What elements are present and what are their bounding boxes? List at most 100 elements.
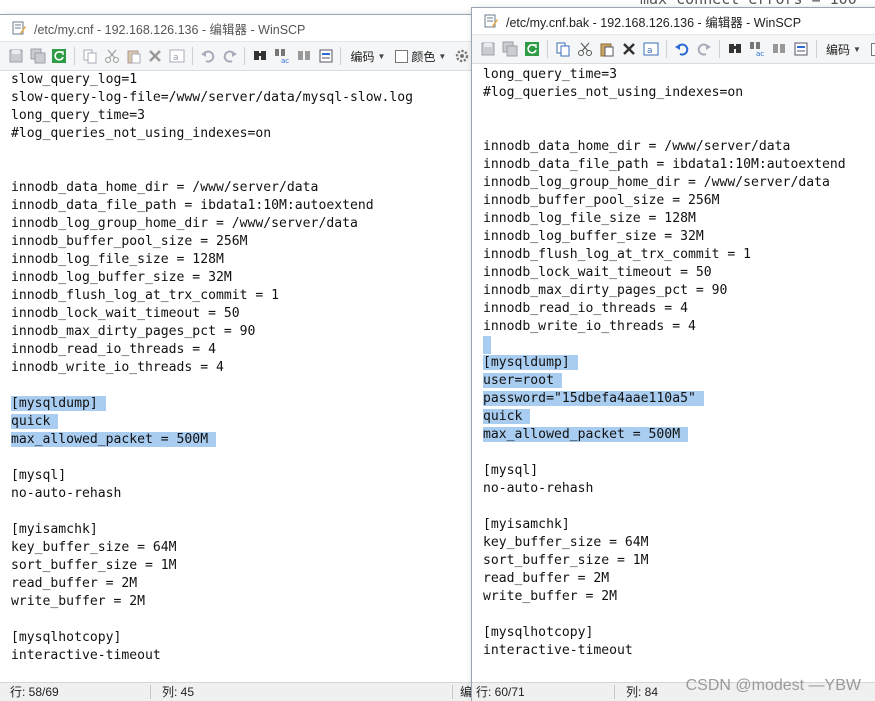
title-bar[interactable]: /etc/my.cnf.bak - 192.168.126.136 - 编辑器 …: [472, 8, 875, 35]
editor-line[interactable]: sort_buffer_size = 1M: [483, 552, 649, 570]
editor-line[interactable]: innodb_data_home_dir = /www/server/data: [483, 138, 790, 156]
toolbar-separator: [547, 40, 548, 58]
watermark: CSDN @modest —YBW: [685, 677, 861, 694]
checkbox-icon[interactable]: [395, 49, 409, 63]
checkbox-icon[interactable]: [870, 42, 875, 56]
editor-line[interactable]: [myisamchk]: [483, 516, 570, 534]
paste-icon[interactable]: [597, 39, 617, 59]
editor-line[interactable]: #log_queries_not_using_indexes=on: [11, 125, 271, 143]
text-editor[interactable]: slow_query_log=1 slow-query-log-file=/www…: [0, 71, 472, 683]
editor-line[interactable]: innodb_write_io_threads = 4: [11, 359, 224, 377]
editor-line[interactable]: key_buffer_size = 64M: [483, 534, 649, 552]
editor-line[interactable]: max_allowed_packet = 500M: [483, 426, 689, 444]
editor-line[interactable]: innodb_log_file_size = 128M: [483, 210, 696, 228]
editor-line[interactable]: read_buffer = 2M: [11, 575, 137, 593]
editor-line[interactable]: innodb_lock_wait_timeout = 50: [483, 264, 712, 282]
editor-line[interactable]: innodb_write_io_threads = 4: [483, 318, 696, 336]
save-icon[interactable]: [6, 46, 26, 66]
editor-window-my-cnf-bak[interactable]: /etc/my.cnf.bak - 192.168.126.136 - 编辑器 …: [472, 8, 875, 701]
find-next-icon[interactable]: [769, 39, 789, 59]
editor-line[interactable]: [mysqlhotcopy]: [11, 629, 121, 647]
editor-line[interactable]: innodb_log_group_home_dir = /www/server/…: [483, 174, 830, 192]
editor-line[interactable]: no-auto-rehash: [483, 480, 593, 498]
title-bar[interactable]: /etc/my.cnf - 192.168.126.136 - 编辑器 - Wi…: [0, 15, 472, 42]
editor-line[interactable]: key_buffer_size = 64M: [11, 539, 177, 557]
select-all-icon[interactable]: a: [167, 46, 187, 66]
redo-icon[interactable]: [220, 46, 240, 66]
editor-line[interactable]: innodb_buffer_pool_size = 256M: [11, 233, 248, 251]
editor-line[interactable]: max_allowed_packet = 500M: [11, 431, 217, 449]
editor-line[interactable]: read_buffer = 2M: [483, 570, 609, 588]
editor-line[interactable]: interactive-timeout: [11, 647, 161, 665]
editor-line[interactable]: [mysql]: [483, 462, 538, 480]
delete-icon[interactable]: [145, 46, 165, 66]
paste-icon[interactable]: [124, 46, 144, 66]
editor-line[interactable]: innodb_log_buffer_size = 32M: [11, 269, 232, 287]
editor-line[interactable]: slow_query_log=1: [11, 71, 137, 89]
editor-line[interactable]: password="15dbefa4aae110a5": [483, 390, 704, 408]
redo-icon[interactable]: [694, 39, 714, 59]
find-icon[interactable]: [250, 46, 270, 66]
copy-icon[interactable]: [553, 39, 573, 59]
editor-line[interactable]: interactive-timeout: [483, 642, 633, 660]
reload-icon[interactable]: [522, 39, 542, 59]
save-all-icon[interactable]: [500, 39, 520, 59]
editor-line[interactable]: [mysqldump]: [483, 354, 578, 372]
select-all-icon[interactable]: a: [641, 39, 661, 59]
editor-line[interactable]: innodb_lock_wait_timeout = 50: [11, 305, 240, 323]
editor-line[interactable]: long_query_time=3: [11, 107, 145, 125]
cut-icon[interactable]: [102, 46, 122, 66]
delete-icon[interactable]: [619, 39, 639, 59]
editor-window-my-cnf[interactable]: /etc/my.cnf - 192.168.126.136 - 编辑器 - Wi…: [0, 15, 472, 701]
editor-line[interactable]: #log_queries_not_using_indexes=on: [483, 84, 743, 102]
replace-icon[interactable]: ac: [272, 46, 292, 66]
editor-line[interactable]: quick: [483, 408, 531, 426]
undo-icon[interactable]: [198, 46, 218, 66]
undo-icon[interactable]: [672, 39, 692, 59]
goto-line-icon[interactable]: [791, 39, 811, 59]
editor-line[interactable]: user=root: [483, 372, 562, 390]
editor-line[interactable]: innodb_log_buffer_size = 32M: [483, 228, 704, 246]
save-all-icon[interactable]: [28, 46, 48, 66]
toolbar-separator: [816, 40, 817, 58]
cut-icon[interactable]: [575, 39, 595, 59]
encoding-dropdown[interactable]: 编码 ▼: [822, 41, 865, 58]
reload-icon[interactable]: [50, 46, 70, 66]
editor-line[interactable]: innodb_log_group_home_dir = /www/server/…: [11, 215, 358, 233]
goto-line-icon[interactable]: [316, 46, 336, 66]
encoding-dropdown[interactable]: 编码 ▼: [346, 48, 389, 65]
editor-line[interactable]: [483, 336, 491, 354]
editor-line[interactable]: long_query_time=3: [483, 66, 617, 84]
editor-line[interactable]: sort_buffer_size = 1M: [11, 557, 177, 575]
editor-line[interactable]: write_buffer = 2M: [483, 588, 617, 606]
editor-line[interactable]: [mysqldump]: [11, 395, 106, 413]
color-checkbox[interactable]: [867, 42, 875, 56]
editor-line[interactable]: innodb_buffer_pool_size = 256M: [483, 192, 720, 210]
editor-line[interactable]: innodb_max_dirty_pages_pct = 90: [11, 323, 255, 341]
editor-line[interactable]: innodb_flush_log_at_trx_commit = 1: [483, 246, 751, 264]
editor-line[interactable]: innodb_max_dirty_pages_pct = 90: [483, 282, 727, 300]
color-checkbox[interactable]: 颜色 ▼: [391, 48, 450, 65]
editor-line[interactable]: innodb_log_file_size = 128M: [11, 251, 224, 269]
editor-line[interactable]: [myisamchk]: [11, 521, 98, 539]
editor-line[interactable]: [mysqlhotcopy]: [483, 624, 593, 642]
editor-line[interactable]: innodb_read_io_threads = 4: [483, 300, 688, 318]
status-divider: [614, 685, 615, 699]
editor-line[interactable]: quick: [11, 413, 59, 431]
editor-line[interactable]: innodb_data_file_path = ibdata1:10M:auto…: [483, 156, 846, 174]
save-icon[interactable]: [478, 39, 498, 59]
copy-icon[interactable]: [80, 46, 100, 66]
find-icon[interactable]: [725, 39, 745, 59]
settings-gear-icon[interactable]: [452, 46, 472, 66]
replace-icon[interactable]: ac: [747, 39, 767, 59]
find-next-icon[interactable]: [294, 46, 314, 66]
editor-line[interactable]: slow-query-log-file=/www/server/data/mys…: [11, 89, 413, 107]
editor-line[interactable]: innodb_data_home_dir = /www/server/data: [11, 179, 318, 197]
editor-line[interactable]: write_buffer = 2M: [11, 593, 145, 611]
editor-line[interactable]: innodb_flush_log_at_trx_commit = 1: [11, 287, 279, 305]
editor-line[interactable]: innodb_data_file_path = ibdata1:10M:auto…: [11, 197, 374, 215]
text-editor[interactable]: long_query_time=3 #log_queries_not_using_…: [472, 64, 875, 683]
editor-line[interactable]: [mysql]: [11, 467, 66, 485]
editor-line[interactable]: innodb_read_io_threads = 4: [11, 341, 216, 359]
editor-line[interactable]: no-auto-rehash: [11, 485, 121, 503]
